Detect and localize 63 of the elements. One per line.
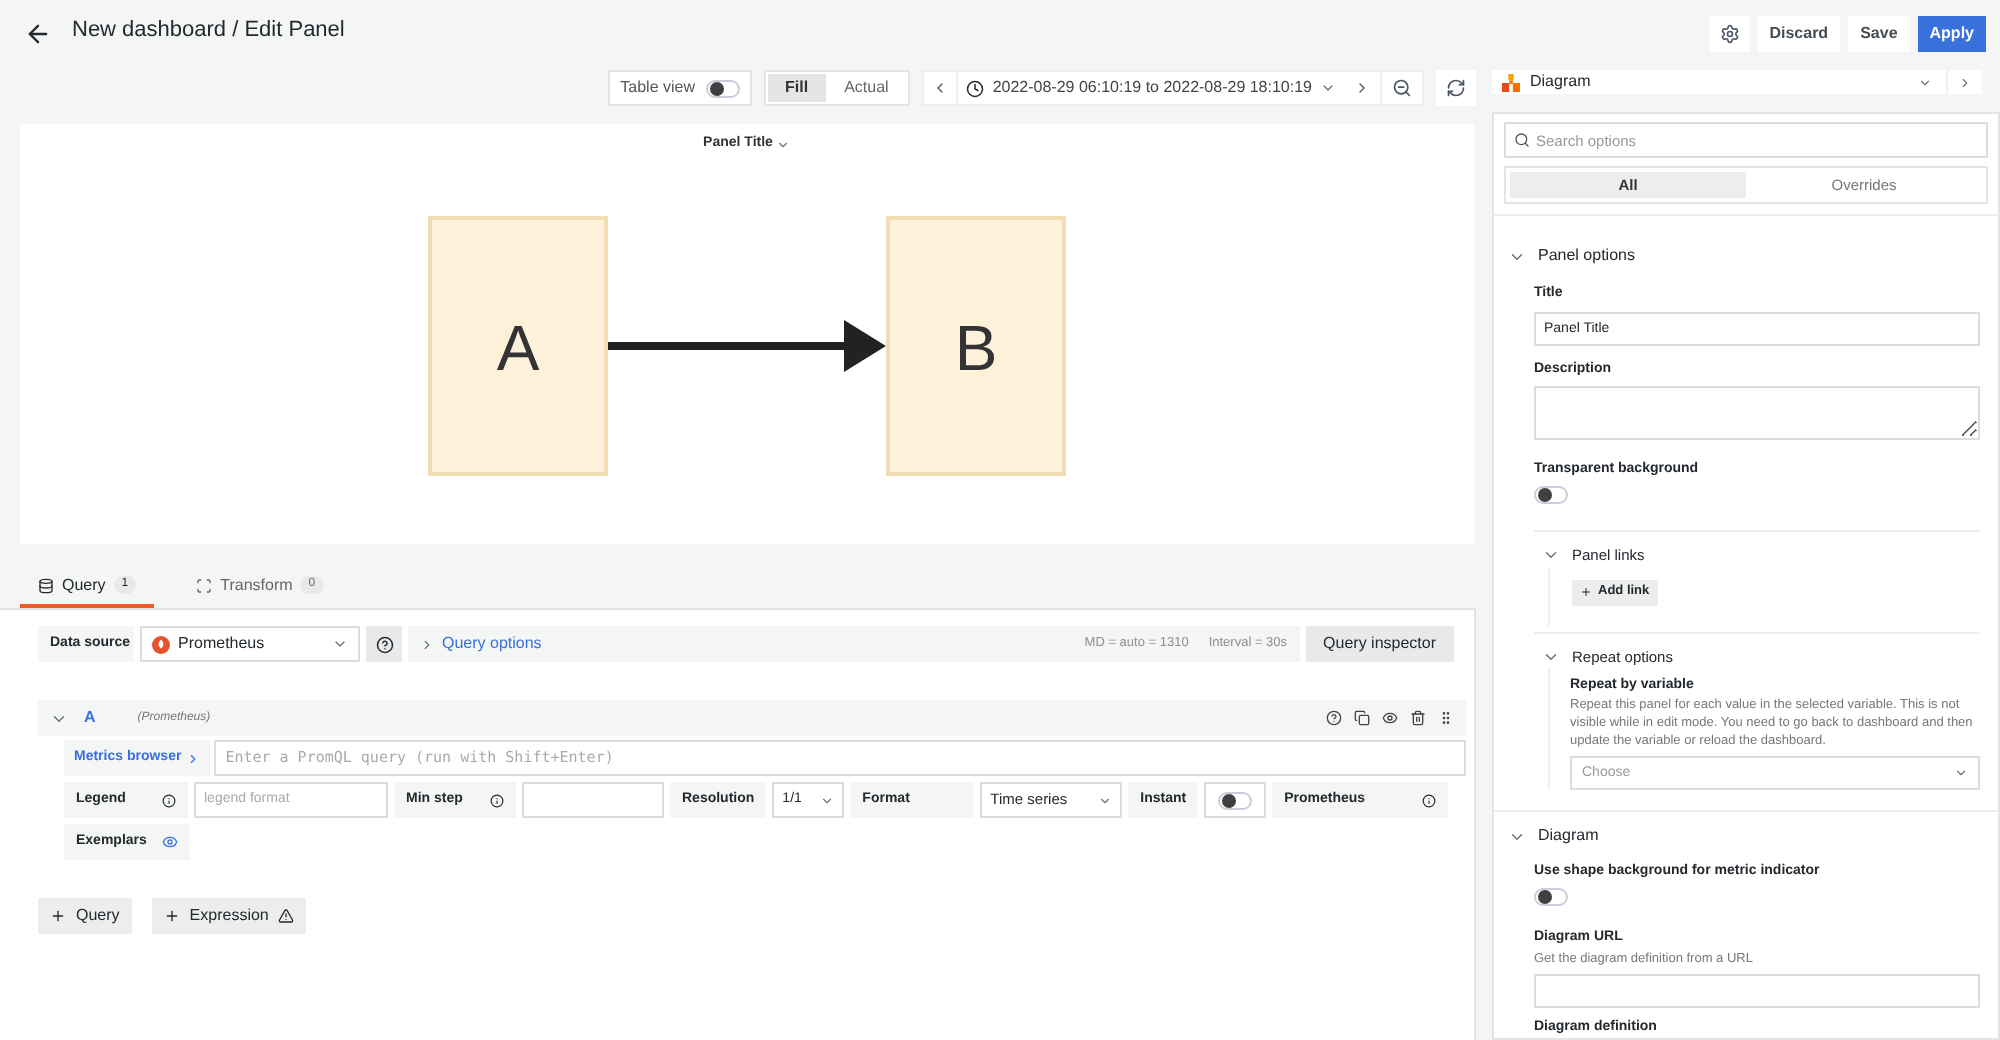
table-view-toggle[interactable]: Table view — [608, 70, 752, 106]
caret-icon — [332, 636, 348, 652]
flame-icon — [152, 635, 170, 653]
chevron-icon[interactable] — [1958, 75, 1972, 90]
diagram-node: B — [886, 215, 1066, 475]
settings-button[interactable] — [1709, 16, 1750, 52]
instant-switch[interactable] — [1218, 791, 1253, 809]
settings-icon — [1719, 24, 1740, 44]
data-source-select[interactable]: Prometheus — [140, 626, 360, 662]
shift-forward-icon[interactable] — [1354, 80, 1370, 96]
back-icon[interactable] — [24, 20, 52, 48]
expand-icon[interactable] — [420, 637, 434, 651]
refresh-icon — [1446, 78, 1466, 98]
clock-icon — [966, 79, 985, 97]
fill-mode-option[interactable]: Actual — [826, 74, 907, 102]
table-view-switch[interactable] — [705, 79, 740, 97]
plus-icon — [50, 908, 66, 924]
add-button[interactable]: Query — [38, 898, 132, 934]
query-ref-label: A — [84, 706, 96, 730]
eye-icon — [162, 834, 179, 850]
caret-icon — [1918, 75, 1932, 90]
database-icon — [38, 577, 54, 593]
transparent-switch[interactable] — [1534, 485, 1568, 504]
description-input[interactable] — [1534, 386, 1980, 441]
caret-icon — [820, 793, 835, 807]
caret-icon — [1098, 793, 1113, 807]
caret-icon — [1320, 80, 1336, 96]
help-button[interactable] — [366, 626, 402, 662]
diagram-url-input[interactable] — [1534, 973, 1980, 1007]
refresh-button[interactable] — [1436, 70, 1476, 106]
info-icon — [490, 793, 504, 807]
blocks-icon — [1502, 73, 1520, 92]
plus-icon — [1580, 586, 1592, 598]
caret-icon[interactable] — [776, 137, 791, 152]
search-icon — [1514, 132, 1530, 149]
zoom-out-icon[interactable] — [1392, 78, 1412, 98]
info-icon — [1422, 793, 1437, 807]
info-icon — [162, 793, 176, 807]
query-inspector-button[interactable]: Query inspector — [1305, 626, 1454, 662]
apply-button[interactable]: Apply — [1917, 16, 1986, 52]
shape-background-switch[interactable] — [1534, 887, 1568, 906]
plus-icon — [163, 908, 180, 924]
warning-icon — [278, 908, 295, 924]
duplicate-icon[interactable] — [1354, 710, 1370, 726]
header-button[interactable]: Discard — [1757, 16, 1841, 52]
help-icon — [375, 635, 393, 653]
section-title[interactable]: Diagram — [1538, 824, 1599, 849]
caret-icon — [1954, 766, 1968, 781]
section-title[interactable]: Panel options — [1538, 244, 1635, 269]
frame-icon — [196, 577, 213, 593]
help-icon[interactable] — [1326, 710, 1342, 726]
page-title: New dashboard / Edit Panel — [72, 15, 345, 46]
fill-mode-option[interactable]: Fill — [767, 74, 827, 102]
min-step-input[interactable] — [522, 782, 664, 818]
query-options-link[interactable]: Query options — [442, 632, 542, 656]
drag-handle-icon[interactable] — [1438, 710, 1454, 726]
add-button[interactable]: Expression — [151, 898, 307, 934]
chevron-icon — [185, 751, 200, 765]
visualization-picker[interactable]: Diagram — [1492, 70, 1982, 95]
delete-icon[interactable] — [1410, 710, 1426, 726]
eye-icon[interactable] — [1382, 710, 1398, 726]
diagram-node: A — [428, 215, 608, 475]
header-button[interactable]: Save — [1848, 16, 1910, 52]
